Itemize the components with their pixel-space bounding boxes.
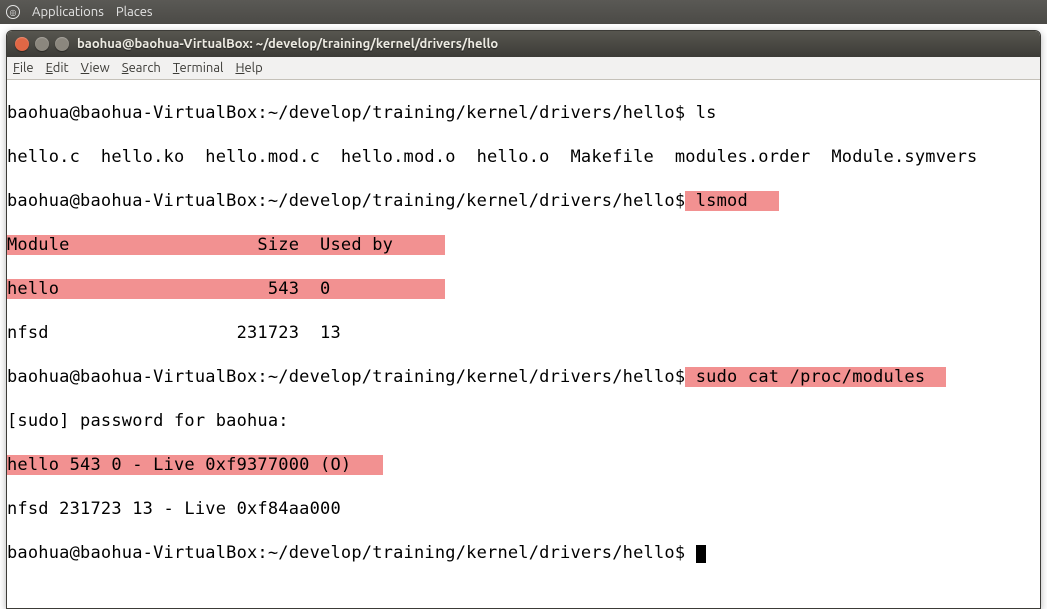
ubuntu-logo-icon: ◎ — [6, 5, 20, 19]
menu-help[interactable]: Help — [235, 61, 262, 75]
terminal-output[interactable]: baohua@baohua-VirtualBox:~/develop/train… — [7, 80, 1040, 608]
terminal-window: baohua@baohua-VirtualBox: ~/develop/trai… — [6, 30, 1041, 609]
panel-places-menu[interactable]: Places — [116, 5, 153, 19]
term-line: baohua@baohua-VirtualBox:~/develop/train… — [7, 542, 1040, 564]
menu-file[interactable]: File — [13, 61, 34, 75]
desktop-top-panel: ◎ Applications Places — [0, 0, 1047, 24]
menu-edit[interactable]: Edit — [46, 61, 69, 75]
term-line: nfsd 231723 13 — [7, 322, 1040, 344]
terminal-cursor-icon — [696, 545, 706, 563]
app-menubar: File Edit View Search Terminal Help — [7, 57, 1040, 80]
window-titlebar[interactable]: baohua@baohua-VirtualBox: ~/develop/trai… — [7, 31, 1040, 57]
window-buttons — [15, 37, 69, 51]
menu-view[interactable]: View — [81, 61, 110, 75]
term-line: Module Size Used by — [7, 234, 1040, 256]
lsmod-row-highlighted: hello 543 0 — [7, 279, 445, 299]
window-minimize-button[interactable] — [35, 37, 49, 51]
term-line: hello 543 0 — [7, 278, 1040, 300]
shell-prompt: baohua@baohua-VirtualBox:~/develop/train… — [7, 191, 685, 211]
lsmod-header-highlighted: Module Size Used by — [7, 235, 445, 255]
term-line: hello 543 0 - Live 0xf9377000 (O) — [7, 454, 1040, 476]
term-line: baohua@baohua-VirtualBox:~/develop/train… — [7, 190, 1040, 212]
window-maximize-button[interactable] — [55, 37, 69, 51]
shell-prompt: baohua@baohua-VirtualBox:~/develop/train… — [7, 543, 696, 563]
window-title: baohua@baohua-VirtualBox: ~/develop/trai… — [77, 37, 498, 51]
term-line: baohua@baohua-VirtualBox:~/develop/train… — [7, 102, 1040, 124]
shell-prompt: baohua@baohua-VirtualBox:~/develop/train… — [7, 367, 685, 387]
window-close-button[interactable] — [15, 37, 29, 51]
shell-prompt: baohua@baohua-VirtualBox:~/develop/train… — [7, 103, 696, 123]
menu-terminal[interactable]: Terminal — [173, 61, 224, 75]
term-line: hello.c hello.ko hello.mod.c hello.mod.o… — [7, 146, 1040, 168]
term-line: nfsd 231723 13 - Live 0xf84aa000 — [7, 498, 1040, 520]
shell-command-highlighted: sudo cat /proc/modules — [685, 367, 946, 387]
panel-applications-menu[interactable]: Applications — [32, 5, 104, 19]
shell-command-highlighted: lsmod — [685, 191, 779, 211]
term-line: [sudo] password for baohua: — [7, 410, 1040, 432]
term-line: baohua@baohua-VirtualBox:~/develop/train… — [7, 366, 1040, 388]
menu-search[interactable]: Search — [122, 61, 161, 75]
shell-command: ls — [696, 103, 717, 123]
proc-modules-line-highlighted: hello 543 0 - Live 0xf9377000 (O) — [7, 455, 383, 475]
